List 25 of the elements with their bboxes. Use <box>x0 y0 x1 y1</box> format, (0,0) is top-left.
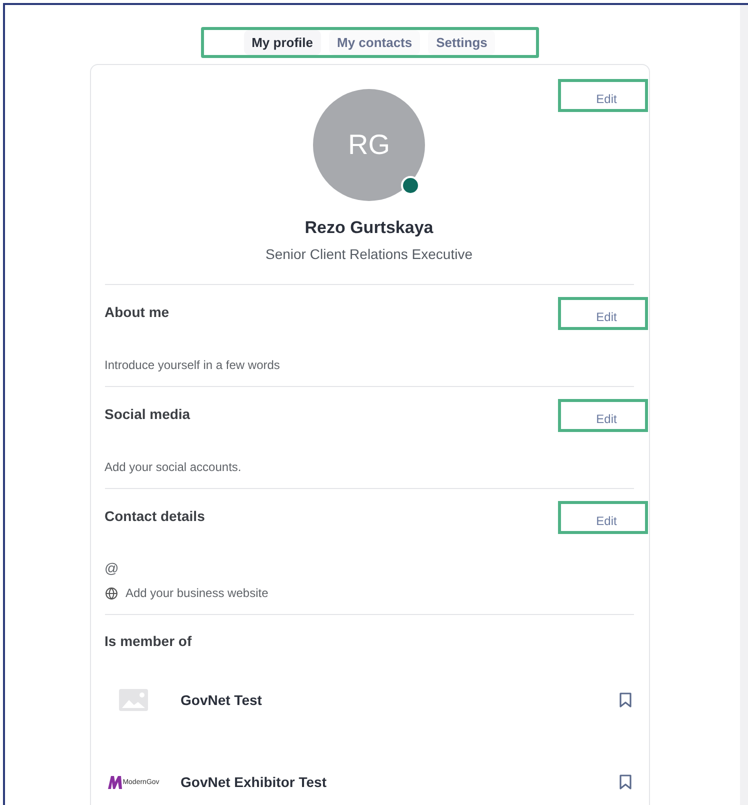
logo-mark-icon <box>108 776 122 788</box>
bookmark-icon[interactable] <box>618 774 632 790</box>
section-heading: Social media <box>104 406 190 422</box>
globe-icon <box>104 586 118 600</box>
group-name[interactable]: GovNet Exhibitor Test <box>180 774 618 790</box>
section-heading: Is member of <box>104 633 193 649</box>
tab[interactable]: My contacts <box>328 30 420 55</box>
edit-button[interactable]: Edit <box>558 501 648 534</box>
section-hint: Add your social accounts. <box>104 460 242 474</box>
edit-button[interactable]: Edit <box>558 79 648 112</box>
tab[interactable]: Settings <box>428 30 496 55</box>
website-link[interactable]: Add your business website <box>126 586 268 600</box>
bookmark-icon[interactable] <box>618 692 632 708</box>
profile-name: Rezo Gurtskaya <box>304 218 434 238</box>
avatar: RG <box>313 89 425 201</box>
section-heading: About me <box>104 304 170 320</box>
section-hint: Introduce yourself in a few words <box>104 358 281 372</box>
email-symbol: @ <box>104 560 119 576</box>
image-placeholder-icon <box>119 689 148 711</box>
section-heading: Contact details <box>104 508 205 524</box>
edit-button[interactable]: Edit <box>558 297 648 330</box>
tab[interactable]: My profile <box>244 30 321 55</box>
edit-button[interactable]: Edit <box>558 399 648 432</box>
job-title: Senior Client Relations Executive <box>266 246 472 262</box>
group-name[interactable]: GovNet Test <box>180 692 618 708</box>
